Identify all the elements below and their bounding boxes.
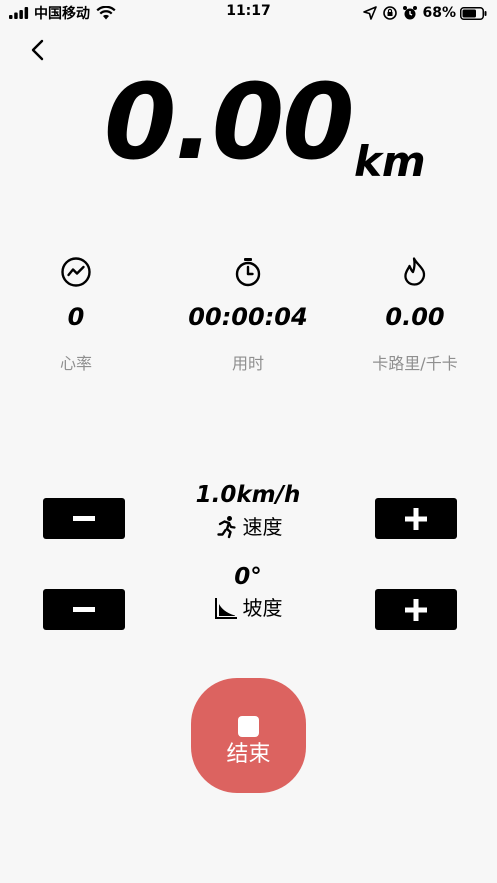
distance-display: 0.00 km	[0, 61, 497, 186]
orientation-lock-icon	[383, 6, 398, 20]
speed-decrease-button[interactable]	[43, 498, 125, 539]
heart-rate-icon	[61, 257, 91, 287]
back-button[interactable]	[24, 36, 52, 64]
stop-icon	[238, 716, 259, 737]
location-arrow-icon	[363, 6, 378, 20]
speed-label-row: 速度	[148, 514, 348, 540]
battery-icon	[460, 6, 487, 20]
calories-label: 卡路里/千卡	[372, 354, 458, 373]
stat-heart-rate: 0 心率	[0, 256, 156, 374]
incline-increase-button[interactable]	[375, 589, 457, 630]
chevron-left-icon	[31, 39, 44, 61]
alarm-icon	[403, 6, 418, 20]
duration-label: 用时	[231, 354, 264, 373]
incline-label: 坡度	[242, 596, 283, 620]
speed-increase-button[interactable]	[375, 498, 457, 539]
status-left: 中国移动	[9, 3, 116, 23]
distance-unit: km	[354, 137, 426, 186]
heart-rate-label: 心率	[59, 354, 92, 373]
status-bar: 中国移动 11:17 68%	[0, 0, 497, 26]
speed-label: 速度	[242, 515, 283, 539]
duration-value: 00:00:04	[188, 303, 308, 331]
minus-icon	[73, 515, 95, 521]
speed-value: 1.0km/h	[195, 482, 301, 508]
battery-percent: 68%	[422, 5, 456, 21]
running-person-icon	[216, 516, 236, 539]
flame-icon	[404, 257, 426, 286]
carrier-name: 中国移动	[34, 6, 90, 22]
heart-rate-value: 0	[67, 303, 85, 331]
signal-icon	[9, 7, 29, 19]
stopwatch-icon	[235, 258, 261, 287]
distance-value: 0.00	[104, 61, 355, 183]
end-workout-button[interactable]: 结束	[191, 678, 306, 793]
incline-icon	[214, 598, 237, 619]
incline-value: 0°	[234, 564, 262, 590]
status-right: 68%	[363, 3, 487, 23]
calories-value: 0.00	[385, 303, 445, 331]
minus-icon	[73, 606, 95, 612]
incline-label-row: 坡度	[148, 595, 348, 621]
incline-decrease-button[interactable]	[43, 589, 125, 630]
plus-icon	[405, 507, 427, 530]
stat-calories: 0.00 卡路里/千卡	[335, 256, 495, 374]
stat-duration: 00:00:04 用时	[168, 256, 328, 374]
wifi-icon	[96, 6, 116, 20]
plus-icon	[405, 598, 427, 621]
end-button-label: 结束	[226, 742, 271, 767]
